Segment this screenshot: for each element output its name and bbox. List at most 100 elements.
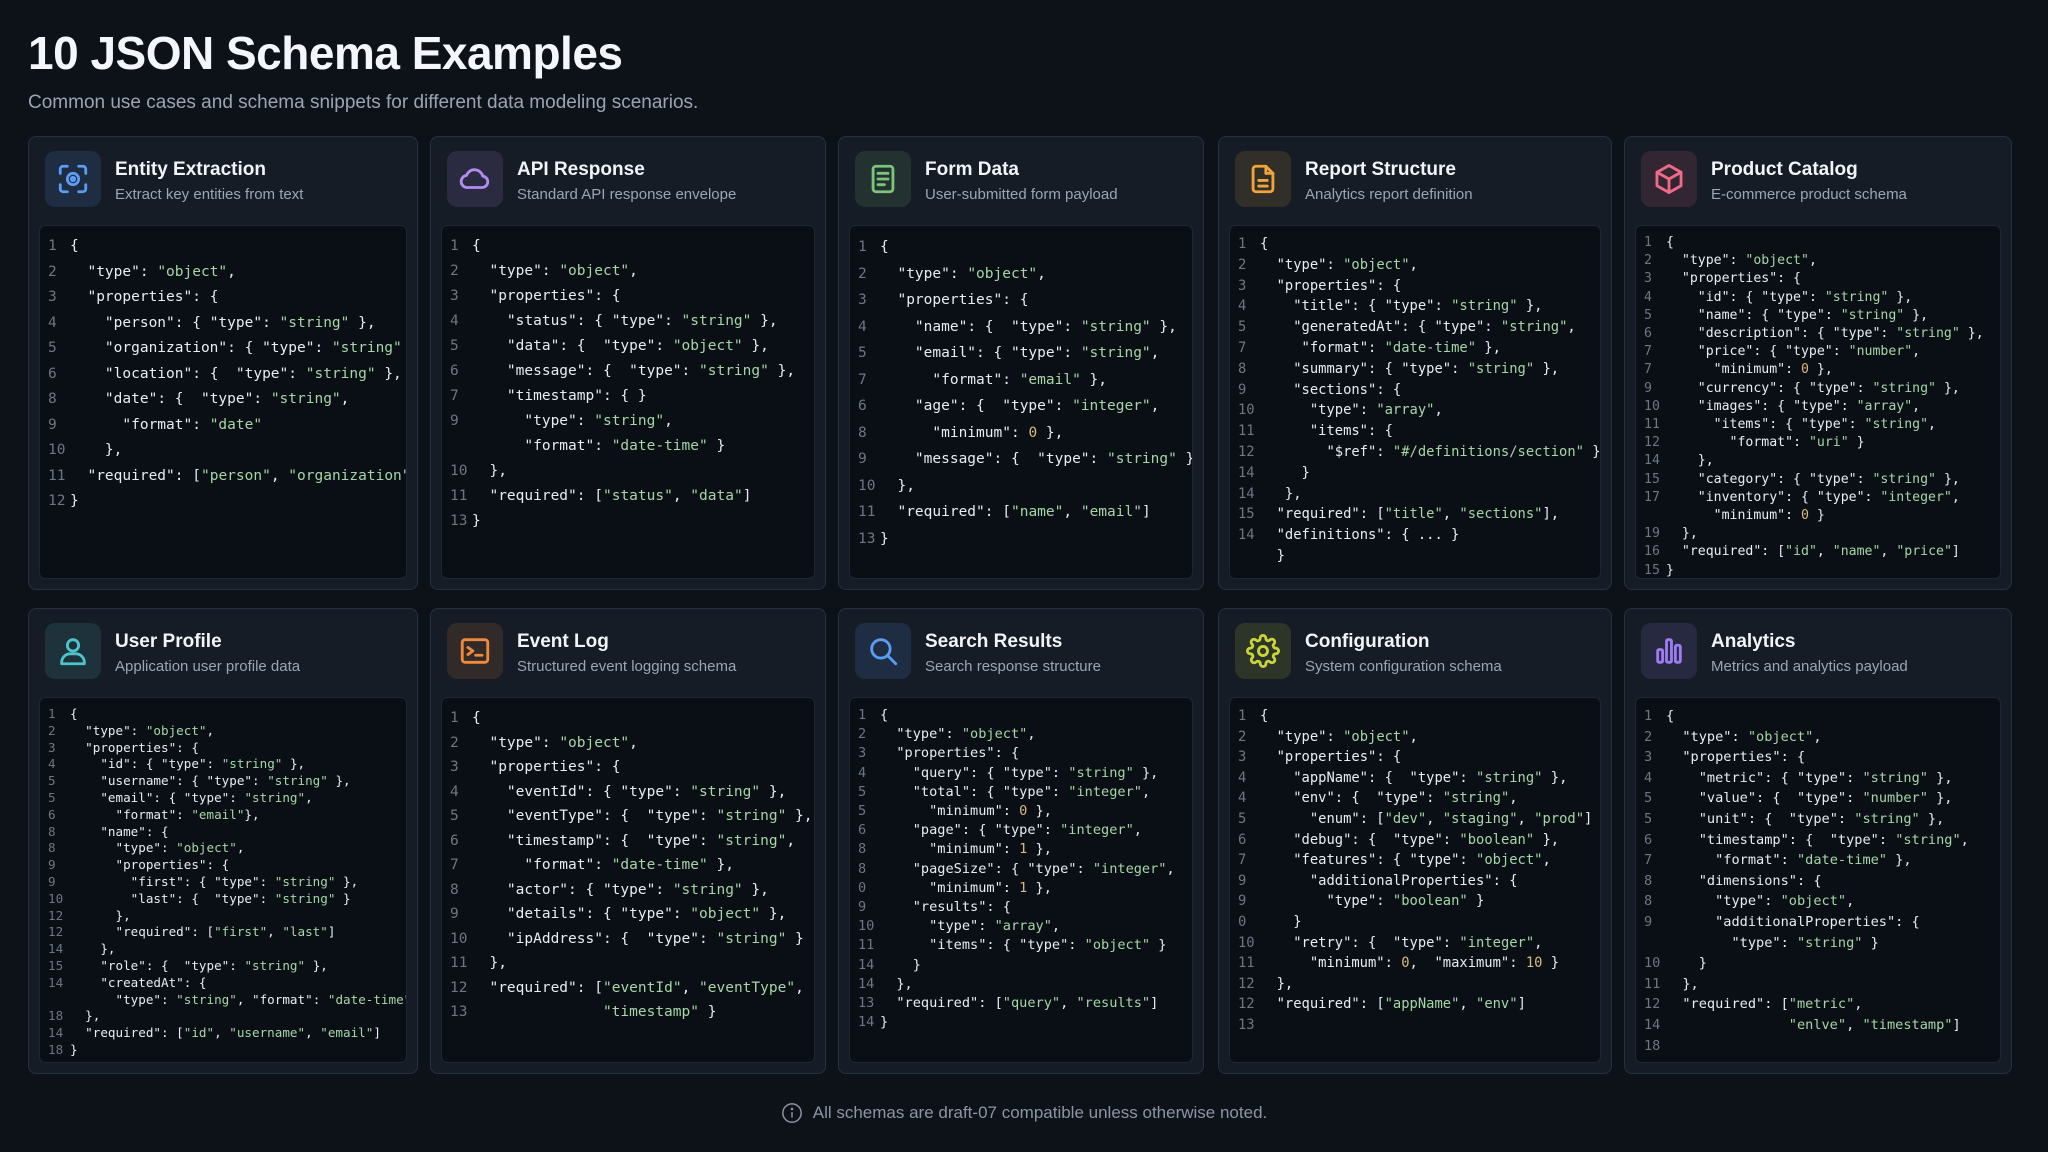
line-number: 12 <box>48 493 66 509</box>
code-line: 2 "type": "object", <box>1238 255 1594 276</box>
line-number: 8 <box>1644 872 1653 889</box>
line-number: 9 <box>48 416 57 433</box>
line-number: 4 <box>48 314 57 331</box>
line-text: "required": ["person", "organization"] <box>87 467 407 484</box>
line-text: "dimensions": { <box>1698 872 1822 889</box>
line-text: "required": ["metric", <box>1682 996 1863 1013</box>
code-line: 4 "title": { "type": "string" }, <box>1238 296 1594 317</box>
code-line: 14 }, <box>1644 452 1994 470</box>
code-line: 0 } <box>1238 912 1594 933</box>
schema-card-api-response: API Response Standard API response envelo… <box>430 136 826 590</box>
line-number: 7 <box>450 857 459 873</box>
code-line: 6 "format": "email"}, <box>48 807 400 824</box>
code-line: 9 "type": "boolean" } <box>1238 891 1594 912</box>
line-text: { <box>880 239 889 255</box>
card-title: Search Results <box>925 631 1063 652</box>
line-text: { <box>1260 708 1269 724</box>
line-text: "description": { "type": "string" }, <box>1697 326 1984 342</box>
line-text: "required": ["name", "email"] <box>897 504 1151 520</box>
code-line: 5 "name": { "type": "string" }, <box>1644 307 1994 325</box>
line-text: "minimum": 0 } <box>1713 508 1825 524</box>
line-number: 13 <box>1238 1016 1255 1033</box>
code-line: 8 "pageSize": { "type": "integer", <box>858 860 1186 879</box>
line-number: 2 <box>1238 256 1247 273</box>
code-block: 1{2 "type": "object", 3 "properties": {4 … <box>39 697 407 1063</box>
line-text: "minimum": 0 }, <box>932 424 1064 441</box>
line-number: 5 <box>858 803 867 820</box>
line-number: 3 <box>1644 271 1652 287</box>
code-line: 12 "required": ["eventId", "eventType", <box>450 976 808 1001</box>
code-line: 6 "message": { "type": "string" }, <box>450 359 808 384</box>
line-text: "unit": { "type": "string" }, <box>1698 810 1945 827</box>
line-number: 10 <box>858 918 875 935</box>
line-text: "type": "object", <box>1682 728 1822 745</box>
line-number: 8 <box>48 840 56 856</box>
line-number: 1 <box>858 707 867 723</box>
code-line: 8 "minimum": 0 }, <box>858 420 1186 447</box>
code-line: 1{ <box>450 706 808 731</box>
line-number: 14 <box>858 1014 875 1031</box>
line-number: 9 <box>450 413 459 429</box>
card-header: Search Results Search response structure <box>855 623 1191 685</box>
schema-card-entity-extraction: Entity Extraction Extract key entities fr… <box>28 136 418 590</box>
line-number: 15 <box>48 957 64 973</box>
line-text: "value": { "type": "number" }, <box>1698 790 1953 807</box>
line-number: 12 <box>48 924 64 940</box>
line-text: "properties": { <box>85 739 199 755</box>
line-text: "last": { "type": "string" } <box>130 890 351 906</box>
line-text: { <box>1260 236 1269 252</box>
line-text: "name": { "type": "string" }, <box>1697 307 1929 323</box>
line-number: 15 <box>1238 506 1255 523</box>
line-text: "required": ["appName", "env"] <box>1276 996 1526 1013</box>
card-title: Product Catalog <box>1711 159 1858 180</box>
code-block: 1{2 "type": "object", 3 "properties": {4 … <box>849 225 1193 579</box>
code-line: 9 "type": "string", <box>450 409 808 434</box>
code-line: 9 "currency": { "type": "string" }, <box>1644 380 1994 398</box>
line-number: 9 <box>1644 380 1652 396</box>
line-text: "timestamp": { } <box>506 388 647 404</box>
code-line: 3 "properties": { <box>1238 747 1594 768</box>
line-text: "total": { "type": "integer", <box>912 783 1151 800</box>
line-number: 9 <box>1644 913 1653 930</box>
line-number: 19 <box>1644 526 1660 542</box>
code-line: 10 "type": "array", <box>858 917 1186 936</box>
line-number: 9 <box>48 873 56 889</box>
card-title: Event Log <box>517 631 609 652</box>
line-number: 9 <box>48 857 56 873</box>
code-line: 7 "features": { "type": "object", <box>1238 850 1594 871</box>
line-text: "name": { "type": "string" }, <box>914 318 1177 335</box>
line-text: "first": { "type": "string" }, <box>130 873 359 889</box>
line-number: 1 <box>1644 235 1652 250</box>
line-text: "definitions": { ... } <box>1276 527 1460 544</box>
code-line: 5 "email": { "type": "string", <box>48 790 400 807</box>
code-line: 18 }, <box>48 1008 400 1025</box>
line-number: 4 <box>1238 769 1247 786</box>
line-number: 9 <box>1238 872 1247 889</box>
line-number: 14 <box>858 975 875 992</box>
line-number: 6 <box>1644 326 1652 342</box>
code-line: 13 "required": ["query", "results"] <box>858 994 1186 1013</box>
line-number: 16 <box>1644 544 1660 560</box>
line-text: "page": { "type": "integer", <box>912 822 1142 839</box>
line-text: "type": "object", <box>896 726 1036 743</box>
line-number: 3 <box>450 288 459 304</box>
code-line: 2 "type": "object", <box>1644 727 1994 748</box>
code-line: 1{ <box>1238 234 1594 255</box>
info-icon <box>781 1103 802 1123</box>
code-line: 6 "timestamp": { "type": "string", <box>450 829 808 854</box>
line-number: 8 <box>48 823 56 839</box>
code-line: 12 "required": ["appName", "env"] <box>1238 994 1594 1015</box>
line-number: 1 <box>48 706 56 721</box>
line-text: "message": { "type": "string" } <box>914 451 1193 467</box>
code-line: 5 "username": { "type": "string" }, <box>48 773 400 790</box>
line-text: "sections": { <box>1293 381 1402 398</box>
code-line: 12 }, <box>48 908 400 925</box>
line-number: 15 <box>1644 562 1660 578</box>
line-text: "enum": ["dev", "staging", "prod"] }, <box>1309 810 1593 827</box>
line-text: "status": { "type": "string" }, <box>506 313 778 329</box>
line-text: "timestamp": { "type": "string", <box>506 832 796 849</box>
page-title: 10 JSON Schema Examples <box>28 27 623 79</box>
line-text: } <box>472 513 481 529</box>
code-block: 1{2 "type": "object", 3 "properties": {4 … <box>1635 697 2001 1063</box>
line-text: "message": { "type": "string" }, <box>506 363 796 379</box>
